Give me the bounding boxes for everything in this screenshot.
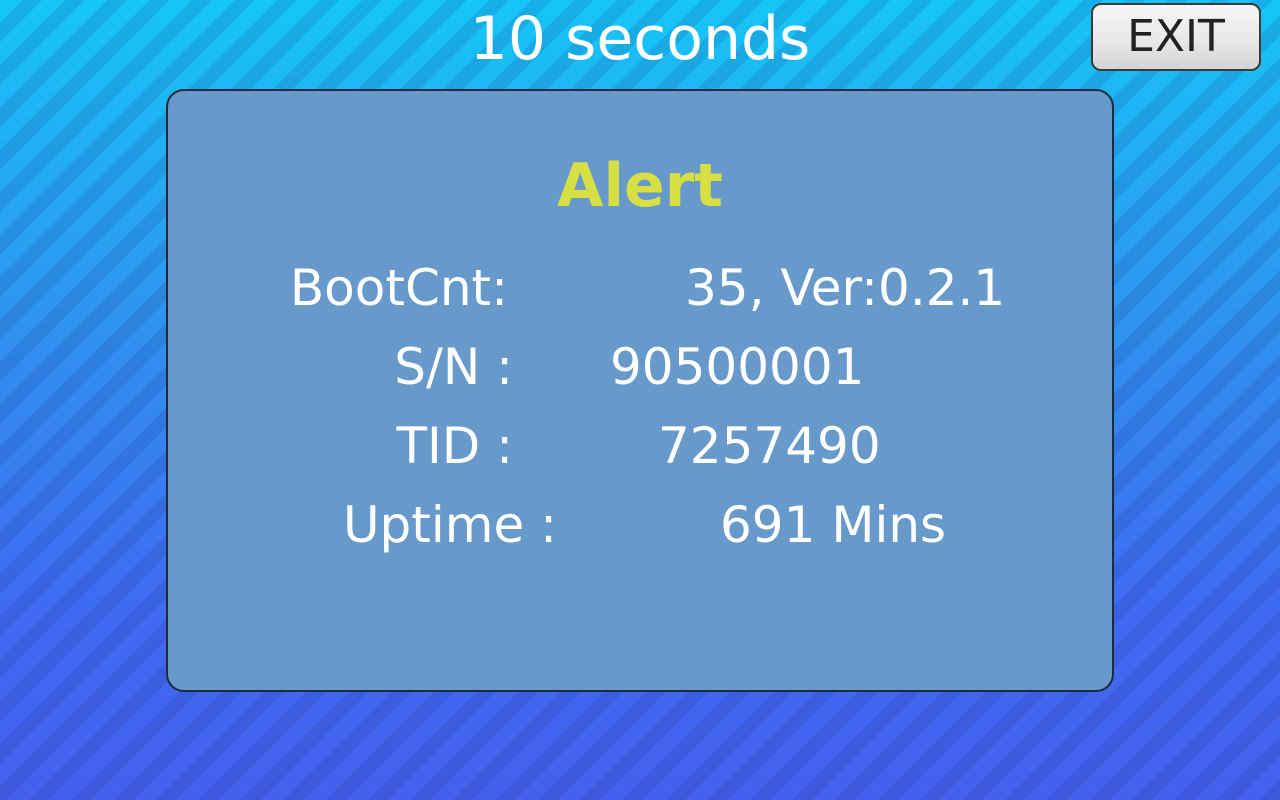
tid-value: 7257490 (658, 417, 881, 475)
alert-panel: Alert BootCnt: 35, Ver:0.2.1 S/N : 90500… (166, 89, 1114, 692)
uptime-value: 691 Mins (720, 496, 947, 554)
exit-button[interactable]: EXIT (1091, 3, 1261, 71)
serial-number-label: S/N : (394, 338, 513, 396)
countdown-timer: 10 seconds (469, 4, 811, 74)
uptime-label: Uptime : (342, 496, 557, 554)
tid-label: TID : (396, 417, 513, 475)
bootcnt-value: 35, Ver:0.2.1 (685, 259, 1006, 317)
serial-number-value: 90500001 (610, 338, 865, 396)
alert-title: Alert (557, 151, 723, 221)
bootcnt-label: BootCnt: (289, 259, 508, 317)
